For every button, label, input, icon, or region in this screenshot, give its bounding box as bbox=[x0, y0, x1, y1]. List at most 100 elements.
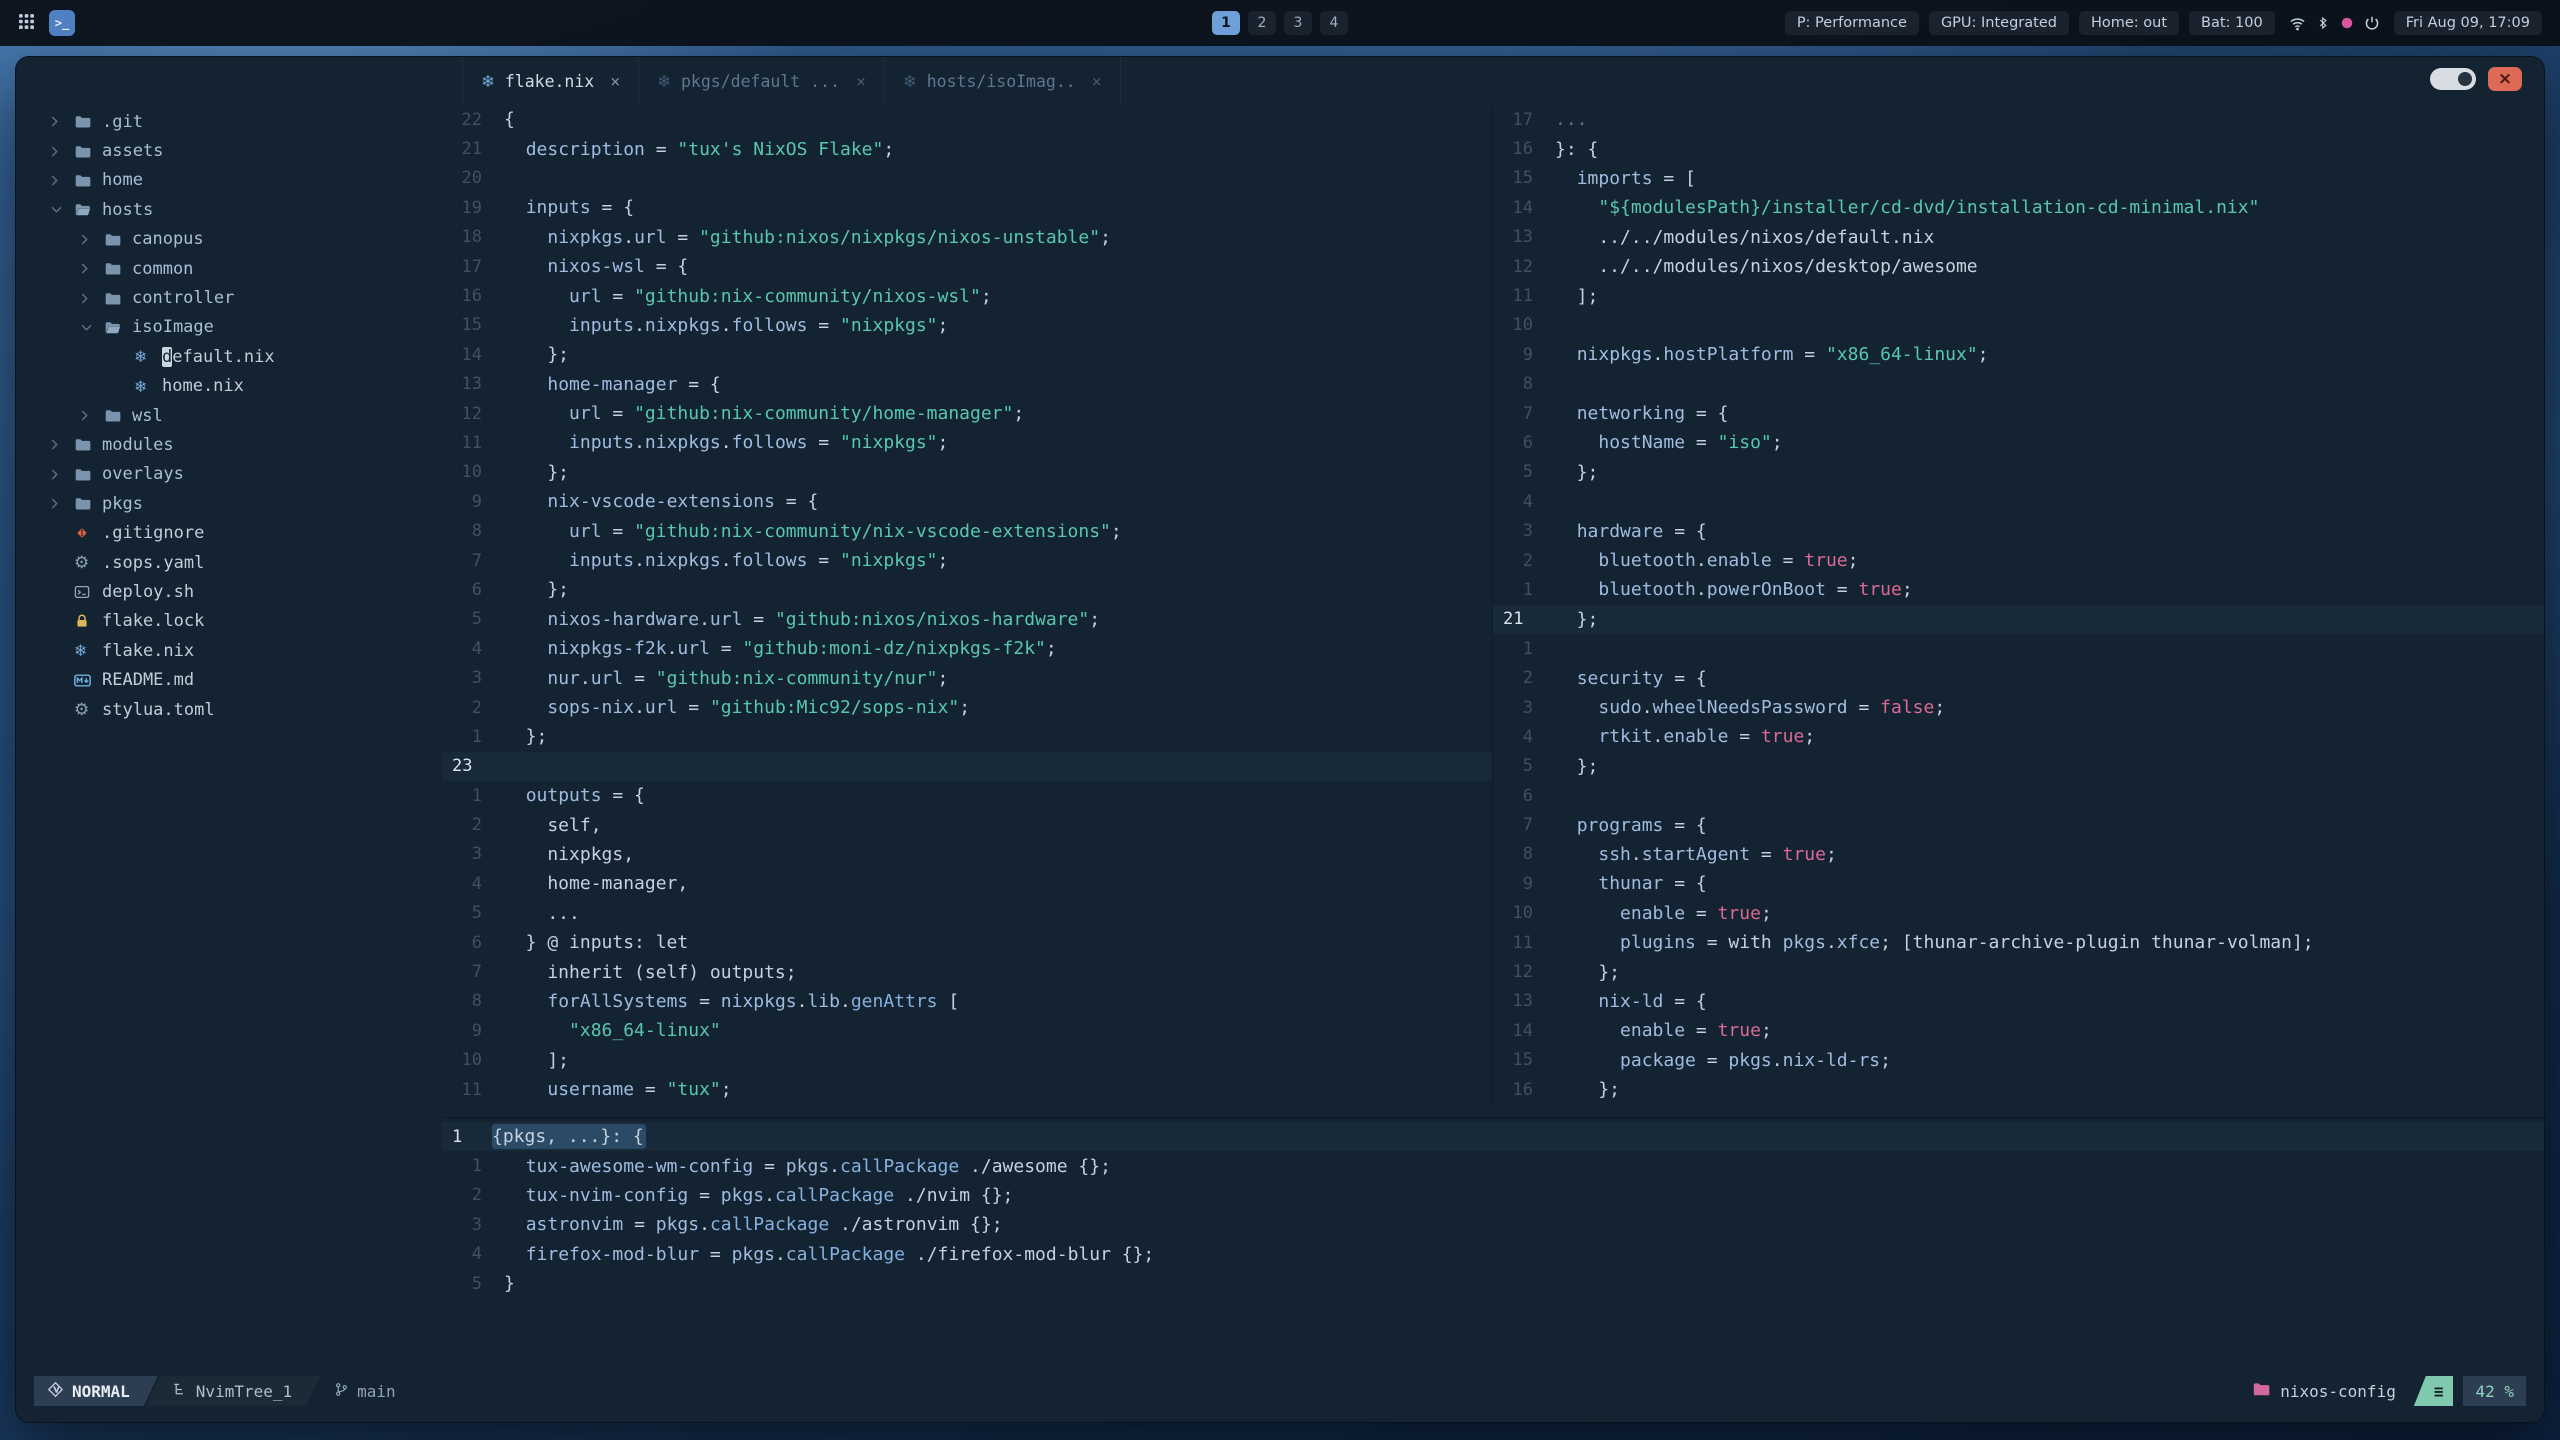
tree-item-pkgs[interactable]: pkgs bbox=[16, 489, 442, 518]
code-line[interactable]: 21 description = "tux's NixOS Flake"; bbox=[442, 134, 1492, 163]
launcher-icon[interactable] bbox=[18, 13, 35, 34]
tab-pkgs-default-[interactable]: ❄ pkgs/default ... × bbox=[639, 57, 885, 105]
code-line[interactable]: 9 nix-vscode-extensions = { bbox=[442, 487, 1492, 516]
tree-item-isoImage[interactable]: isoImage bbox=[16, 313, 442, 342]
code-line[interactable]: 9 nixpkgs.hostPlatform = "x86_64-linux"; bbox=[1493, 340, 2544, 369]
code-line[interactable]: 7 programs = { bbox=[1493, 810, 2544, 839]
code-line[interactable]: 2 self, bbox=[442, 810, 1492, 839]
chevron-right-icon[interactable] bbox=[80, 292, 104, 305]
code-line[interactable]: 2 tux-nvim-config = pkgs.callPackage ./n… bbox=[442, 1181, 2544, 1210]
terminal-client-icon[interactable]: >_ bbox=[49, 10, 75, 36]
code-line[interactable]: 7 inputs.nixpkgs.follows = "nixpkgs"; bbox=[442, 546, 1492, 575]
code-line[interactable]: 1 }; bbox=[442, 722, 1492, 751]
workspace-button-1[interactable]: 1 bbox=[1212, 11, 1240, 35]
chevron-right-icon[interactable] bbox=[50, 145, 74, 158]
tab-hosts-isoImag-[interactable]: ❄ hosts/isoImag.. × bbox=[885, 57, 1121, 105]
tree-item-.git[interactable]: .git bbox=[16, 107, 442, 136]
wifi-icon[interactable] bbox=[2289, 15, 2306, 32]
code-line[interactable]: 21 }; bbox=[1493, 604, 2544, 635]
tree-item-flake.nix[interactable]: ❄ flake.nix bbox=[16, 636, 442, 665]
code-line[interactable]: 9 "x86_64-linux" bbox=[442, 1016, 1492, 1045]
code-line[interactable]: 12 url = "github:nix-community/home-mana… bbox=[442, 399, 1492, 428]
code-line[interactable]: 4 rtkit.enable = true; bbox=[1493, 722, 2544, 751]
code-line[interactable]: 15 inputs.nixpkgs.follows = "nixpkgs"; bbox=[442, 311, 1492, 340]
code-line[interactable]: 2 security = { bbox=[1493, 663, 2544, 692]
tree-item-assets[interactable]: assets bbox=[16, 136, 442, 165]
code-line[interactable]: 17 nixos-wsl = { bbox=[442, 252, 1492, 281]
chevron-down-icon[interactable] bbox=[80, 323, 104, 332]
tree-item-.sops.yaml[interactable]: ⚙ .sops.yaml bbox=[16, 548, 442, 577]
code-line[interactable]: 22 { bbox=[442, 105, 1492, 134]
bluetooth-icon[interactable] bbox=[2316, 15, 2330, 31]
code-line[interactable]: 5 nixos-hardware.url = "github:nixos/nix… bbox=[442, 605, 1492, 634]
tree-item-modules[interactable]: modules bbox=[16, 430, 442, 459]
chevron-right-icon[interactable] bbox=[50, 438, 74, 451]
code-line[interactable]: 6 } @ inputs: let bbox=[442, 928, 1492, 957]
code-line[interactable]: 15 package = pkgs.nix-ld-rs; bbox=[1493, 1046, 2544, 1075]
chevron-right-icon[interactable] bbox=[80, 409, 104, 422]
code-line[interactable]: 16 }; bbox=[1493, 1075, 2544, 1104]
code-line[interactable]: 3 hardware = { bbox=[1493, 516, 2544, 545]
tree-item-stylua.toml[interactable]: ⚙ stylua.toml bbox=[16, 695, 442, 724]
code-line[interactable]: 2 sops-nix.url = "github:Mic92/sops-nix"… bbox=[442, 693, 1492, 722]
editor-pane-pkgs-default-nix[interactable]: 1 {pkgs, ...}: {1 tux-awesome-wm-config =… bbox=[442, 1117, 2544, 1298]
code-line[interactable]: 18 nixpkgs.url = "github:nixos/nixpkgs/n… bbox=[442, 223, 1492, 252]
tree-item-default.nix[interactable]: ❄ default.nix bbox=[16, 342, 442, 371]
tree-item-common[interactable]: common bbox=[16, 254, 442, 283]
editor-pane-hosts-iso-default-nix[interactable]: 17... 16}: {15 imports = [14 "${modulesPa… bbox=[1492, 105, 2544, 1105]
code-line[interactable]: 10 ]; bbox=[442, 1046, 1492, 1075]
tree-item-controller[interactable]: controller bbox=[16, 283, 442, 312]
close-window-button[interactable]: × bbox=[2488, 67, 2522, 91]
code-line[interactable]: 12 ../../modules/nixos/desktop/awesome bbox=[1493, 252, 2544, 281]
code-line[interactable]: 3 sudo.wheelNeedsPassword = false; bbox=[1493, 693, 2544, 722]
code-line[interactable]: 4 firefox-mod-blur = pkgs.callPackage ./… bbox=[442, 1240, 2544, 1269]
chevron-right-icon[interactable] bbox=[50, 497, 74, 510]
code-line[interactable]: 19 inputs = { bbox=[442, 193, 1492, 222]
app-dot-icon[interactable] bbox=[2340, 16, 2354, 30]
code-line[interactable]: 5 }; bbox=[1493, 458, 2544, 487]
editor-pane-flake-nix[interactable]: 22{21 description = "tux's NixOS Flake";… bbox=[442, 105, 1492, 1105]
code-line[interactable]: 20 bbox=[442, 164, 1492, 193]
chevron-down-icon[interactable] bbox=[50, 205, 74, 214]
tree-item-hosts[interactable]: hosts bbox=[16, 195, 442, 224]
code-line[interactable]: 8 bbox=[1493, 370, 2544, 399]
code-line[interactable]: 1 outputs = { bbox=[442, 781, 1492, 810]
code-line[interactable]: 5 ... bbox=[442, 899, 1492, 928]
code-line[interactable]: 16}: { bbox=[1493, 134, 2544, 163]
tree-item-README.md[interactable]: README.md bbox=[16, 665, 442, 694]
code-line[interactable]: 13 ../../modules/nixos/default.nix bbox=[1493, 223, 2544, 252]
code-line[interactable]: 11 inputs.nixpkgs.follows = "nixpkgs"; bbox=[442, 428, 1492, 457]
tab-close-button[interactable]: × bbox=[1086, 72, 1102, 91]
code-line[interactable]: 12 }; bbox=[1493, 957, 2544, 986]
code-line[interactable]: 3 nur.url = "github:nix-community/nur"; bbox=[442, 663, 1492, 692]
power-icon[interactable] bbox=[2364, 15, 2380, 31]
chevron-right-icon[interactable] bbox=[80, 233, 104, 246]
tree-item-overlays[interactable]: overlays bbox=[16, 460, 442, 489]
code-line[interactable]: 13 home-manager = { bbox=[442, 370, 1492, 399]
code-line[interactable]: 2 bluetooth.enable = true; bbox=[1493, 546, 2544, 575]
code-line[interactable]: 14 "${modulesPath}/installer/cd-dvd/inst… bbox=[1493, 193, 2544, 222]
code-line[interactable]: 15 imports = [ bbox=[1493, 164, 2544, 193]
code-line[interactable]: 10 }; bbox=[442, 458, 1492, 487]
code-line[interactable]: 5 }; bbox=[1493, 752, 2544, 781]
code-line[interactable]: 6 }; bbox=[442, 575, 1492, 604]
code-line[interactable]: 11 username = "tux"; bbox=[442, 1075, 1492, 1104]
code-line[interactable]: 13 nix-ld = { bbox=[1493, 987, 2544, 1016]
code-line[interactable]: 14 }; bbox=[442, 340, 1492, 369]
tree-item-wsl[interactable]: wsl bbox=[16, 401, 442, 430]
code-line[interactable]: 1 tux-awesome-wm-config = pkgs.callPacka… bbox=[442, 1151, 2544, 1180]
code-line[interactable]: 17... bbox=[1493, 105, 2544, 134]
code-line[interactable]: 8 ssh.startAgent = true; bbox=[1493, 840, 2544, 869]
code-line[interactable]: 3 astronvim = pkgs.callPackage ./astronv… bbox=[442, 1210, 2544, 1239]
code-line[interactable]: 1 {pkgs, ...}: { bbox=[442, 1122, 2544, 1152]
tab-flake-nix[interactable]: ❄ flake.nix × bbox=[462, 57, 640, 105]
chevron-right-icon[interactable] bbox=[80, 262, 104, 275]
code-line[interactable]: 6 bbox=[1493, 781, 2544, 810]
code-line[interactable]: 10 enable = true; bbox=[1493, 899, 2544, 928]
tree-item-flake.lock[interactable]: flake.lock bbox=[16, 607, 442, 636]
code-line[interactable]: 8 forAllSystems = nixpkgs.lib.genAttrs [ bbox=[442, 987, 1492, 1016]
code-line[interactable]: 16 url = "github:nix-community/nixos-wsl… bbox=[442, 281, 1492, 310]
code-line[interactable]: 4 nixpkgs-f2k.url = "github:moni-dz/nixp… bbox=[442, 634, 1492, 663]
minimize-pill-button[interactable] bbox=[2430, 68, 2476, 90]
code-line[interactable]: 9 thunar = { bbox=[1493, 869, 2544, 898]
